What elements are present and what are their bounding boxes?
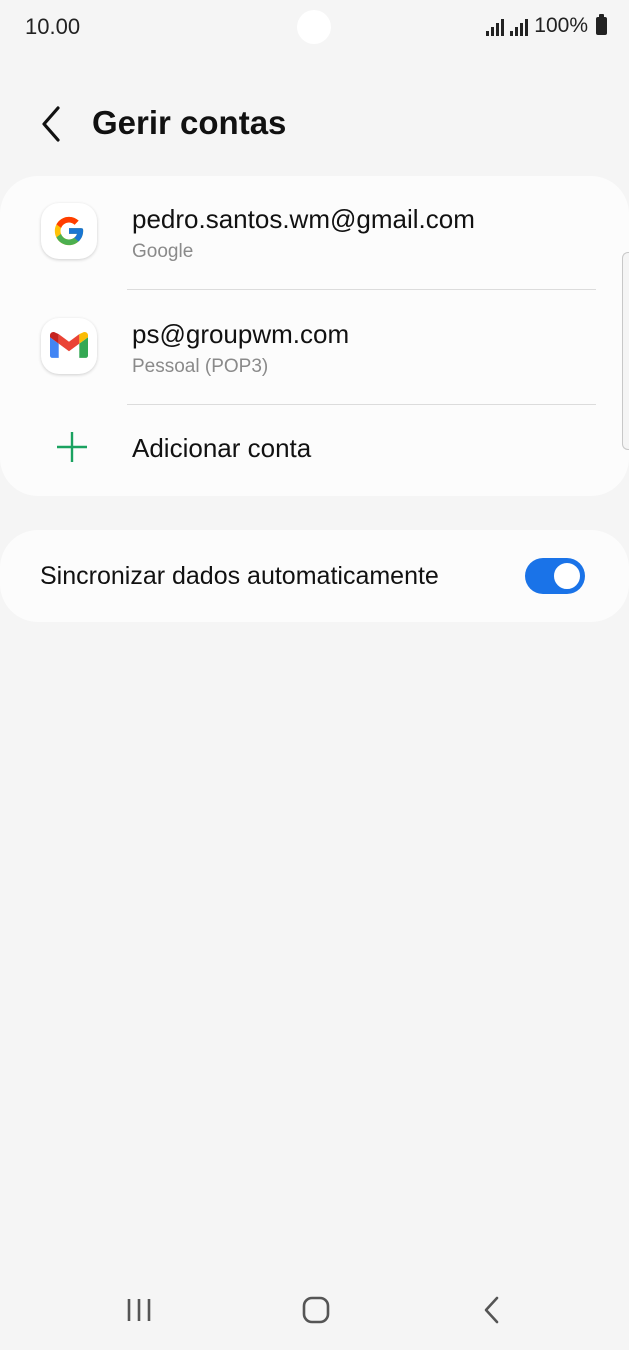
recents-button[interactable] bbox=[116, 1290, 164, 1330]
add-account-button[interactable]: Adicionar conta bbox=[0, 405, 629, 496]
chevron-left-icon bbox=[42, 106, 60, 142]
camera-cutout bbox=[297, 10, 331, 44]
plus-icon bbox=[57, 432, 87, 462]
scroll-indicator bbox=[622, 252, 629, 450]
signal-icon bbox=[510, 16, 529, 36]
navigation-bar bbox=[0, 1270, 629, 1350]
nav-back-button[interactable] bbox=[468, 1290, 516, 1330]
add-account-label: Adicionar conta bbox=[132, 433, 312, 463]
account-item-google[interactable]: pedro.santos.wm@gmail.com Google bbox=[0, 176, 629, 290]
back-icon bbox=[484, 1296, 499, 1324]
back-button[interactable] bbox=[28, 100, 76, 148]
status-icons: 100% bbox=[486, 14, 607, 38]
recents-icon bbox=[127, 1299, 151, 1321]
sync-label: Sincronizar dados automaticamente bbox=[40, 562, 439, 590]
screen: 10.00 100% Gerir contas pedro.santos.wm@… bbox=[0, 0, 629, 1350]
gmail-icon bbox=[41, 318, 97, 374]
divider bbox=[127, 289, 596, 290]
accounts-card: pedro.santos.wm@gmail.com Google ps@grou… bbox=[0, 176, 629, 496]
home-button[interactable] bbox=[292, 1290, 340, 1330]
sync-setting[interactable]: Sincronizar dados automaticamente bbox=[0, 530, 629, 622]
page-title: Gerir contas bbox=[92, 104, 287, 141]
account-type: Pessoal (POP3) bbox=[132, 356, 269, 377]
home-icon bbox=[302, 1296, 330, 1324]
status-time: 10.00 bbox=[25, 14, 81, 39]
toggle-knob bbox=[552, 561, 582, 591]
signal-icon bbox=[486, 16, 505, 36]
battery-percentage: 100% bbox=[534, 14, 588, 37]
battery-icon bbox=[596, 14, 607, 35]
google-icon bbox=[41, 203, 97, 259]
account-email: ps@groupwm.com bbox=[132, 319, 350, 349]
sync-toggle[interactable] bbox=[525, 558, 585, 594]
status-bar: 10.00 100% bbox=[0, 0, 629, 54]
account-type: Google bbox=[132, 241, 194, 262]
app-bar: Gerir contas bbox=[0, 88, 629, 160]
account-item-pop3[interactable]: ps@groupwm.com Pessoal (POP3) bbox=[0, 291, 629, 405]
account-email: pedro.santos.wm@gmail.com bbox=[132, 204, 475, 234]
